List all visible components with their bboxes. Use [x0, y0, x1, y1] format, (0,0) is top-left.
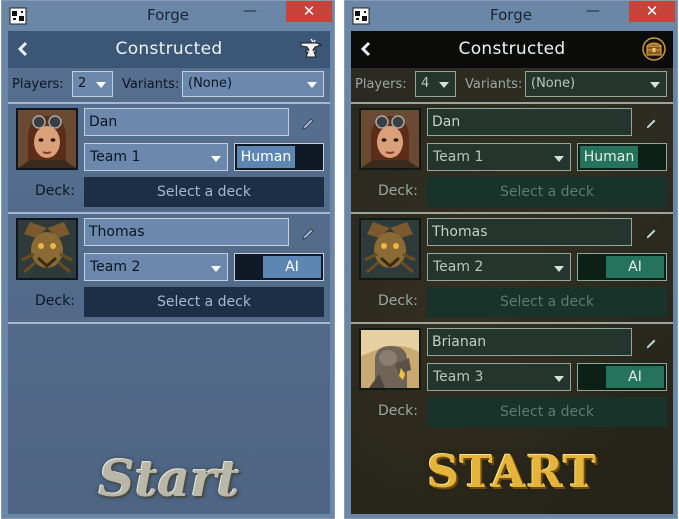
players-value: 2 — [78, 76, 87, 91]
variants-label: Variants: — [465, 77, 523, 92]
player-panel: Brianan Team 3 AI Deck: Select a deck — [351, 324, 673, 432]
variants-select[interactable]: (None) — [182, 71, 324, 97]
screen-title: Constructed — [115, 39, 223, 59]
deck-label: Deck: — [378, 403, 418, 419]
forge-window-dark: Forge — ✕ Constructed Players: 4 Variant… — [344, 0, 678, 519]
treasure-chest-icon[interactable] — [642, 37, 666, 61]
players-row: Players: 4 Variants: (None) — [351, 68, 673, 102]
team-select[interactable]: Team 2 — [427, 253, 571, 281]
pencil-icon[interactable] — [300, 116, 316, 132]
close-button[interactable]: ✕ — [629, 1, 675, 22]
start-button[interactable]: START — [351, 447, 673, 498]
players-select[interactable]: 4 — [415, 71, 456, 97]
window-title: Forge — [147, 6, 189, 24]
divider — [8, 322, 330, 324]
player-type-label: AI — [263, 256, 321, 278]
team-value: Team 2 — [433, 259, 484, 275]
main-content: Constructed Players: 4 Variants: (None) — [351, 31, 673, 514]
player-type-toggle[interactable]: AI — [577, 253, 667, 281]
title-bar: Forge — ✕ — [345, 1, 677, 31]
team-select[interactable]: Team 2 — [84, 253, 228, 281]
player-panel: Thomas Team 2 AI Deck: Select a deck — [351, 214, 673, 322]
player-type-label: Human — [580, 146, 638, 168]
screen-header: Constructed — [351, 31, 673, 68]
player-name-field[interactable]: Thomas — [84, 218, 289, 246]
variants-value: (None) — [531, 76, 576, 91]
pencil-icon[interactable] — [300, 226, 316, 242]
screen-title: Constructed — [458, 39, 566, 59]
player-type-label: Human — [237, 146, 295, 168]
players-value: 4 — [421, 76, 430, 91]
player-panel: Dan Team 1 Human Deck: Select a deck — [351, 104, 673, 212]
player-type-label: AI — [606, 256, 664, 278]
minimize-button[interactable]: — — [236, 1, 264, 23]
team-value: Team 1 — [90, 149, 141, 165]
chevron-down-icon — [96, 82, 106, 88]
deck-label: Deck: — [378, 293, 418, 309]
pencil-icon[interactable] — [643, 226, 659, 242]
start-button[interactable]: Start — [8, 449, 330, 508]
team-select[interactable]: Team 3 — [427, 363, 571, 391]
players-label: Players: — [12, 77, 64, 92]
player-panel: Dan Team 1 Human Deck: Select a deck — [8, 104, 330, 212]
team-value: Team 3 — [433, 369, 484, 385]
select-deck-button[interactable]: Select a deck — [427, 287, 667, 317]
minimize-button[interactable]: — — [579, 1, 607, 23]
select-deck-button[interactable]: Select a deck — [84, 177, 324, 207]
screen-header: Constructed — [8, 31, 330, 68]
avatar-woman-icon — [18, 110, 76, 168]
player-type-toggle[interactable]: Human — [577, 143, 667, 171]
players-row: Players: 2 Variants: (None) — [8, 68, 330, 102]
select-deck-button[interactable]: Select a deck — [427, 397, 667, 427]
player-type-toggle[interactable]: AI — [234, 253, 324, 281]
chevron-down-icon — [554, 266, 564, 272]
chevron-down-icon — [554, 156, 564, 162]
players-label: Players: — [355, 77, 407, 92]
team-select[interactable]: Team 1 — [84, 143, 228, 171]
player-type-toggle[interactable]: AI — [577, 363, 667, 391]
pencil-icon[interactable] — [643, 336, 659, 352]
deck-label: Deck: — [35, 183, 75, 199]
players-select[interactable]: 2 — [72, 71, 113, 97]
anvil-icon[interactable] — [299, 37, 323, 61]
deck-label: Deck: — [35, 293, 75, 309]
chevron-down-icon — [554, 376, 564, 382]
main-content: Constructed Players: 2 Variants: (None) — [8, 31, 330, 514]
select-deck-button[interactable]: Select a deck — [427, 177, 667, 207]
chevron-down-icon — [650, 82, 660, 88]
player-name-field[interactable]: Thomas — [427, 218, 632, 246]
avatar[interactable] — [359, 108, 421, 170]
player-name-field[interactable]: Dan — [84, 108, 289, 136]
avatar[interactable] — [16, 108, 78, 170]
close-button[interactable]: ✕ — [286, 1, 332, 22]
chevron-down-icon — [211, 156, 221, 162]
avatar-woman-icon — [361, 110, 419, 168]
variants-select[interactable]: (None) — [525, 71, 667, 97]
player-panel: Thomas Team 2 AI Deck: Select a deck — [8, 214, 330, 322]
avatar[interactable] — [359, 328, 421, 390]
deck-label: Deck: — [378, 183, 418, 199]
team-select[interactable]: Team 1 — [427, 143, 571, 171]
player-name-field[interactable]: Dan — [427, 108, 632, 136]
avatar-golem-icon — [361, 330, 419, 388]
avatar[interactable] — [359, 218, 421, 280]
chevron-down-icon — [211, 266, 221, 272]
avatar-insect-icon — [361, 220, 419, 278]
title-bar: Forge — ✕ — [2, 1, 334, 31]
player-type-label: AI — [606, 366, 664, 388]
avatar-insect-icon — [18, 220, 76, 278]
player-type-toggle[interactable]: Human — [234, 143, 324, 171]
chevron-down-icon — [307, 82, 317, 88]
window-title: Forge — [490, 6, 532, 24]
chevron-down-icon — [439, 82, 449, 88]
select-deck-button[interactable]: Select a deck — [84, 287, 324, 317]
variants-label: Variants: — [122, 77, 180, 92]
pencil-icon[interactable] — [643, 116, 659, 132]
player-name-field[interactable]: Brianan — [427, 328, 632, 356]
team-value: Team 2 — [90, 259, 141, 275]
variants-value: (None) — [188, 76, 233, 91]
avatar[interactable] — [16, 218, 78, 280]
forge-window-blue: Forge — ✕ Constructed Players: 2 Variant… — [1, 0, 335, 519]
team-value: Team 1 — [433, 149, 484, 165]
